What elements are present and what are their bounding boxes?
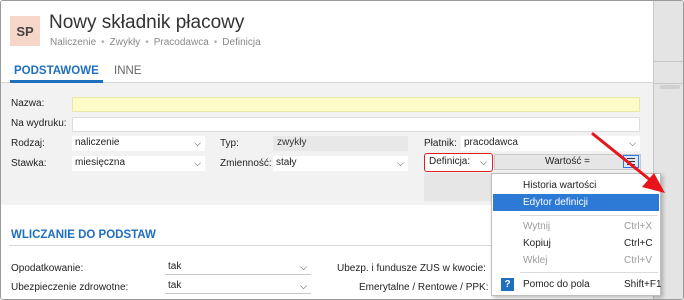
page-title: Nowy składnik płacowy — [49, 12, 245, 33]
definition-area — [424, 173, 494, 201]
stawka-value: miesięczna — [75, 157, 126, 168]
rodzaj-label: Rodzaj: — [11, 138, 45, 149]
menu-item-label: Historia wartości — [523, 180, 597, 191]
chevron-down-icon: ⌵ — [300, 262, 307, 272]
breadcrumb-item: Naliczenie — [50, 37, 97, 48]
context-menu: Historia wartości Edytor definicji Wytni… — [491, 173, 662, 296]
menu-item-edytor-definicji[interactable]: Edytor definicji — [493, 194, 659, 211]
opodatkowanie-label: Opodatkowanie: — [11, 263, 84, 274]
zmiennosc-select[interactable]: stały ⌵ — [273, 156, 408, 171]
menu-separator — [520, 272, 658, 273]
nazwa-label: Nazwa: — [11, 98, 45, 109]
menu-item-label: Kopiuj — [523, 238, 551, 249]
menu-item-historia-wartosci[interactable]: Historia wartości — [493, 177, 659, 194]
breadcrumb-item: Zwykły — [109, 37, 141, 48]
menu-item-label: Pomoc do pola — [523, 279, 590, 290]
zdrowotne-label: Ubezpieczenie zdrowotne: — [11, 282, 129, 293]
menu-item-shortcut: Ctrl+C — [624, 238, 653, 249]
section-title: WLICZANIE DO PODSTAW — [11, 229, 156, 241]
breadcrumb-separator: • — [101, 37, 105, 48]
zmiennosc-value: stały — [276, 157, 297, 168]
zus-label: Ubezp. i fundusze ZUS w kwocie: — [337, 263, 486, 274]
chevron-down-icon: ⌵ — [397, 158, 404, 168]
breadcrumb-separator: • — [145, 37, 149, 48]
breadcrumb-item: Pracodawca — [153, 37, 209, 48]
typ-label: Typ: — [220, 138, 239, 149]
rodzaj-select[interactable]: naliczenie ⌵ — [72, 136, 205, 151]
chevron-down-icon: ⌵ — [480, 157, 487, 167]
breadcrumb: Naliczenie • Zwykły • Pracodawca • Defin… — [50, 37, 261, 48]
tab-podstawowe[interactable]: PODSTAWOWE — [10, 61, 103, 83]
tab-bar: PODSTAWOWE INNE — [1, 61, 653, 83]
wartosc-field[interactable]: Wartość = — [494, 154, 641, 170]
wartosc-label: Wartość = — [545, 156, 590, 167]
help-icon: ? — [501, 278, 514, 291]
menu-item-shortcut: Shift+F1 — [624, 279, 662, 290]
menu-item-wytnij[interactable]: Wytnij Ctrl+X — [493, 218, 659, 235]
breadcrumb-item: Definicja — [222, 37, 261, 48]
breadcrumb-separator: • — [213, 37, 218, 48]
menu-separator — [520, 215, 658, 216]
opodatkowanie-value: tak — [168, 261, 182, 272]
definicja-value: Definicja: — [429, 156, 471, 167]
chevron-down-icon: ⌵ — [300, 281, 307, 291]
menu-item-shortcut: Ctrl+X — [624, 221, 653, 232]
chevron-down-icon: ⌵ — [194, 158, 201, 168]
menu-item-wklej[interactable]: Wklej Ctrl+V — [493, 252, 659, 269]
menu-item-kopiuj[interactable]: Kopiuj Ctrl+C — [493, 235, 659, 252]
menu-item-label: Edytor definicji — [523, 197, 589, 208]
opodatkowanie-select[interactable]: tak ⌵ — [165, 260, 311, 275]
zmiennosc-label: Zmienność: — [220, 158, 272, 169]
rodzaj-value: naliczenie — [75, 137, 120, 148]
nazwa-input[interactable] — [72, 97, 640, 112]
tab-inne[interactable]: INNE — [110, 61, 145, 83]
platnik-select[interactable]: pracodawca ⌵ — [461, 136, 640, 151]
emerytalne-label: Emerytalne / Rentowe / PPK: — [359, 282, 489, 293]
typ-value: zwykły — [273, 136, 408, 151]
stawka-label: Stawka: — [11, 158, 47, 169]
avatar: SP — [10, 16, 40, 46]
menu-item-pomoc-do-pola[interactable]: ? Pomoc do pola Shift+F1 — [493, 276, 662, 293]
chevron-down-icon: ⌵ — [629, 138, 636, 148]
menu-item-label: Wklej — [523, 255, 548, 266]
window-frame: SP Nowy składnik płacowy Naliczenie • Zw… — [0, 0, 684, 300]
definicja-select[interactable]: Definicja: ⌵ — [424, 153, 493, 172]
chevron-down-icon: ⌵ — [194, 138, 201, 148]
na-wydruku-input[interactable] — [72, 117, 640, 132]
stawka-select[interactable]: miesięczna ⌵ — [72, 156, 205, 171]
platnik-label: Płatnik: — [424, 138, 457, 149]
menu-item-label: Wytnij — [523, 221, 551, 232]
zdrowotne-value: tak — [168, 280, 182, 291]
zdrowotne-select[interactable]: tak ⌵ — [165, 279, 311, 294]
platnik-value: pracodawca — [464, 137, 518, 148]
na-wydruku-label: Na wydruku: — [11, 118, 67, 129]
hamburger-menu-icon[interactable] — [623, 155, 639, 168]
menu-item-shortcut: Ctrl+V — [624, 255, 653, 266]
